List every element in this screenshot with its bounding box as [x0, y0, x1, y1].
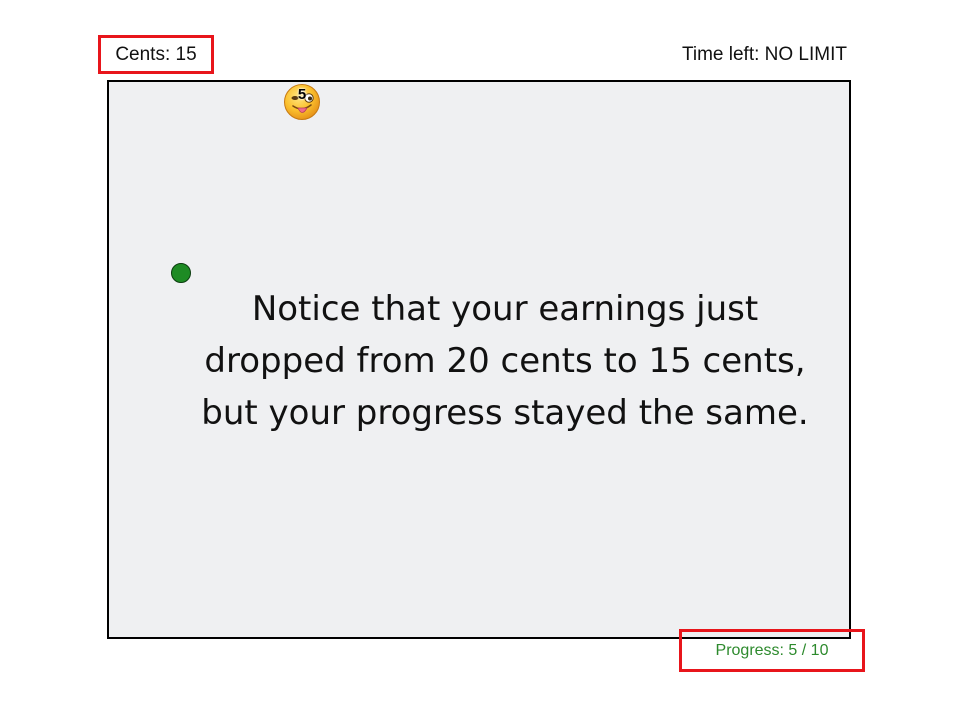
cents-counter-text: Cents: 15	[115, 43, 197, 65]
instruction-text: Notice that your earnings just dropped f…	[201, 289, 809, 433]
player-dot[interactable]	[171, 263, 191, 283]
token-number: 5	[297, 86, 307, 103]
time-left-indicator: Time left: NO LIMIT	[681, 44, 847, 65]
progress-counter-text: Progress: 5 / 10	[715, 641, 829, 659]
cents-counter: Cents: 15	[98, 35, 214, 74]
progress-counter: Progress: 5 / 10	[679, 629, 865, 672]
